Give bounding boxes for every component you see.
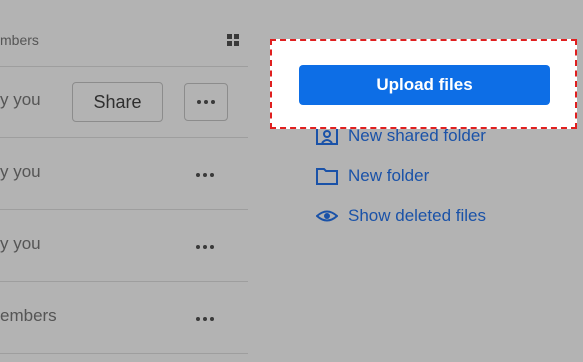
eye-icon: [316, 210, 338, 222]
file-row-members: embers: [0, 306, 57, 325]
file-row[interactable]: y you: [0, 210, 248, 282]
new-folder-label: New folder: [348, 166, 430, 185]
more-options-button[interactable]: [184, 83, 228, 121]
folder-icon: [316, 168, 338, 185]
more-icon[interactable]: [196, 317, 214, 321]
file-list: mbers y you y you y you embers Share: [0, 0, 248, 362]
file-row-members: y you: [0, 162, 41, 181]
show-deleted-files-label: Show deleted files: [348, 206, 486, 225]
file-row-members: y you: [0, 90, 41, 109]
more-icon[interactable]: [196, 173, 214, 177]
more-icon[interactable]: [196, 245, 214, 249]
file-row[interactable]: embers: [0, 282, 248, 354]
file-row-members: y you: [0, 234, 41, 253]
shared-folder-icon: [316, 127, 338, 145]
file-row[interactable]: y you: [0, 138, 248, 210]
members-column-header: mbers: [0, 32, 39, 48]
more-icon: [197, 100, 215, 104]
upload-files-button[interactable]: Upload files: [299, 65, 550, 105]
share-button[interactable]: Share: [72, 82, 163, 122]
file-list-header: mbers: [0, 0, 248, 67]
grid-view-icon[interactable]: [227, 34, 239, 46]
